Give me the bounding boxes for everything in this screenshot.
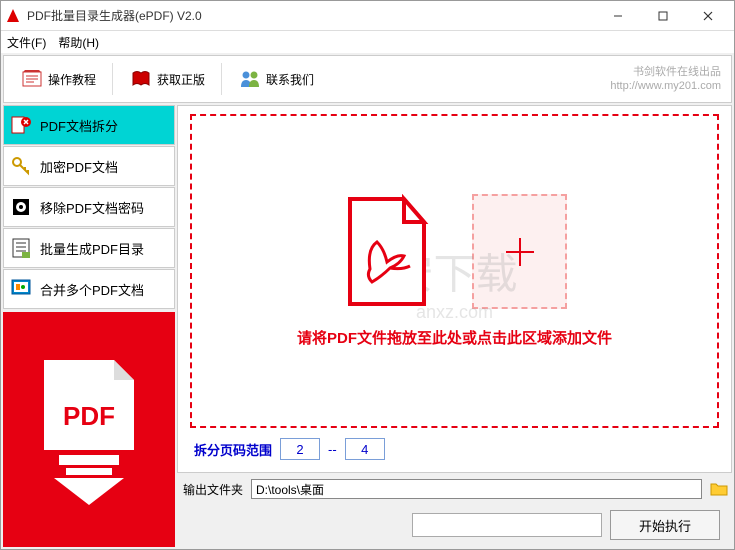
add-file-box[interactable] — [472, 194, 567, 309]
minimize-button[interactable] — [595, 2, 640, 30]
pdf-file-icon — [342, 194, 432, 309]
sidebar-item-label: 加密PDF文档 — [40, 157, 118, 176]
output-label: 输出文件夹 — [179, 481, 245, 498]
tutorial-icon — [20, 67, 44, 91]
sidebar-item-label: 批量生成PDF目录 — [40, 239, 144, 258]
progress-bar — [412, 513, 602, 537]
range-label: 拆分页码范围 — [194, 440, 272, 459]
tutorial-button[interactable]: 操作教程 — [12, 63, 104, 95]
contact-label: 联系我们 — [266, 71, 314, 88]
unlock-icon — [10, 196, 32, 218]
output-row: 输出文件夹 — [179, 475, 730, 503]
output-path-input[interactable] — [251, 479, 702, 499]
brand-line1: 书剑软件在线出品 — [610, 65, 721, 79]
pdf-logo: PDF — [3, 312, 175, 547]
brand-line2: http://www.my201.com — [610, 79, 721, 93]
list-icon — [10, 237, 32, 259]
get-genuine-button[interactable]: 获取正版 — [121, 63, 213, 95]
dropzone[interactable]: 安下载 anxz.com 请将PDF文件拖放至此处或点击此区域添加文件 — [190, 114, 719, 428]
contact-button[interactable]: 联系我们 — [230, 63, 322, 95]
close-button[interactable] — [685, 2, 730, 30]
merge-icon — [10, 278, 32, 300]
tutorial-label: 操作教程 — [48, 71, 96, 88]
sidebar-item-label: 合并多个PDF文档 — [40, 280, 144, 299]
browse-folder-button[interactable] — [708, 479, 730, 499]
split-icon — [10, 114, 32, 136]
range-to-input[interactable] — [345, 438, 385, 460]
book-icon — [129, 67, 153, 91]
app-icon — [5, 8, 21, 24]
sidebar-item-merge-pdf[interactable]: 合并多个PDF文档 — [3, 269, 175, 309]
svg-text:PDF: PDF — [63, 401, 115, 431]
execute-button[interactable]: 开始执行 — [610, 510, 720, 540]
sidebar-item-label: PDF文档拆分 — [40, 116, 118, 135]
plus-icon — [500, 232, 540, 272]
range-from-input[interactable] — [280, 438, 320, 460]
maximize-button[interactable] — [640, 2, 685, 30]
range-dash: -- — [328, 442, 337, 457]
toolbar-separator — [221, 63, 222, 95]
sidebar-item-label: 移除PDF文档密码 — [40, 198, 144, 217]
menu-file[interactable]: 文件(F) — [7, 34, 46, 51]
page-range-row: 拆分页码范围 -- — [190, 428, 719, 464]
people-icon — [238, 67, 262, 91]
key-icon — [10, 155, 32, 177]
sidebar: PDF文档拆分 加密PDF文档 移除PDF文档密码 批量生成PDF目录 合并多个… — [3, 105, 175, 547]
bottom-bar: 开始执行 — [179, 505, 730, 545]
toolbar: 操作教程 获取正版 联系我们 书剑软件在线出品 http://www.my201… — [3, 55, 732, 103]
folder-icon — [710, 481, 728, 497]
menubar: 文件(F) 帮助(H) — [1, 31, 734, 53]
sidebar-item-batch-toc[interactable]: 批量生成PDF目录 — [3, 228, 175, 268]
window-title: PDF批量目录生成器(ePDF) V2.0 — [27, 7, 595, 24]
sidebar-item-split-pdf[interactable]: PDF文档拆分 — [3, 105, 175, 145]
dropzone-text: 请将PDF文件拖放至此处或点击此区域添加文件 — [297, 327, 612, 348]
toolbar-separator — [112, 63, 113, 95]
brand-text: 书剑软件在线出品 http://www.my201.com — [610, 65, 721, 94]
titlebar: PDF批量目录生成器(ePDF) V2.0 — [1, 1, 734, 31]
menu-help[interactable]: 帮助(H) — [58, 34, 99, 51]
get-genuine-label: 获取正版 — [157, 71, 205, 88]
sidebar-item-encrypt-pdf[interactable]: 加密PDF文档 — [3, 146, 175, 186]
sidebar-item-remove-password[interactable]: 移除PDF文档密码 — [3, 187, 175, 227]
main-panel: 安下载 anxz.com 请将PDF文件拖放至此处或点击此区域添加文件 — [177, 105, 732, 473]
